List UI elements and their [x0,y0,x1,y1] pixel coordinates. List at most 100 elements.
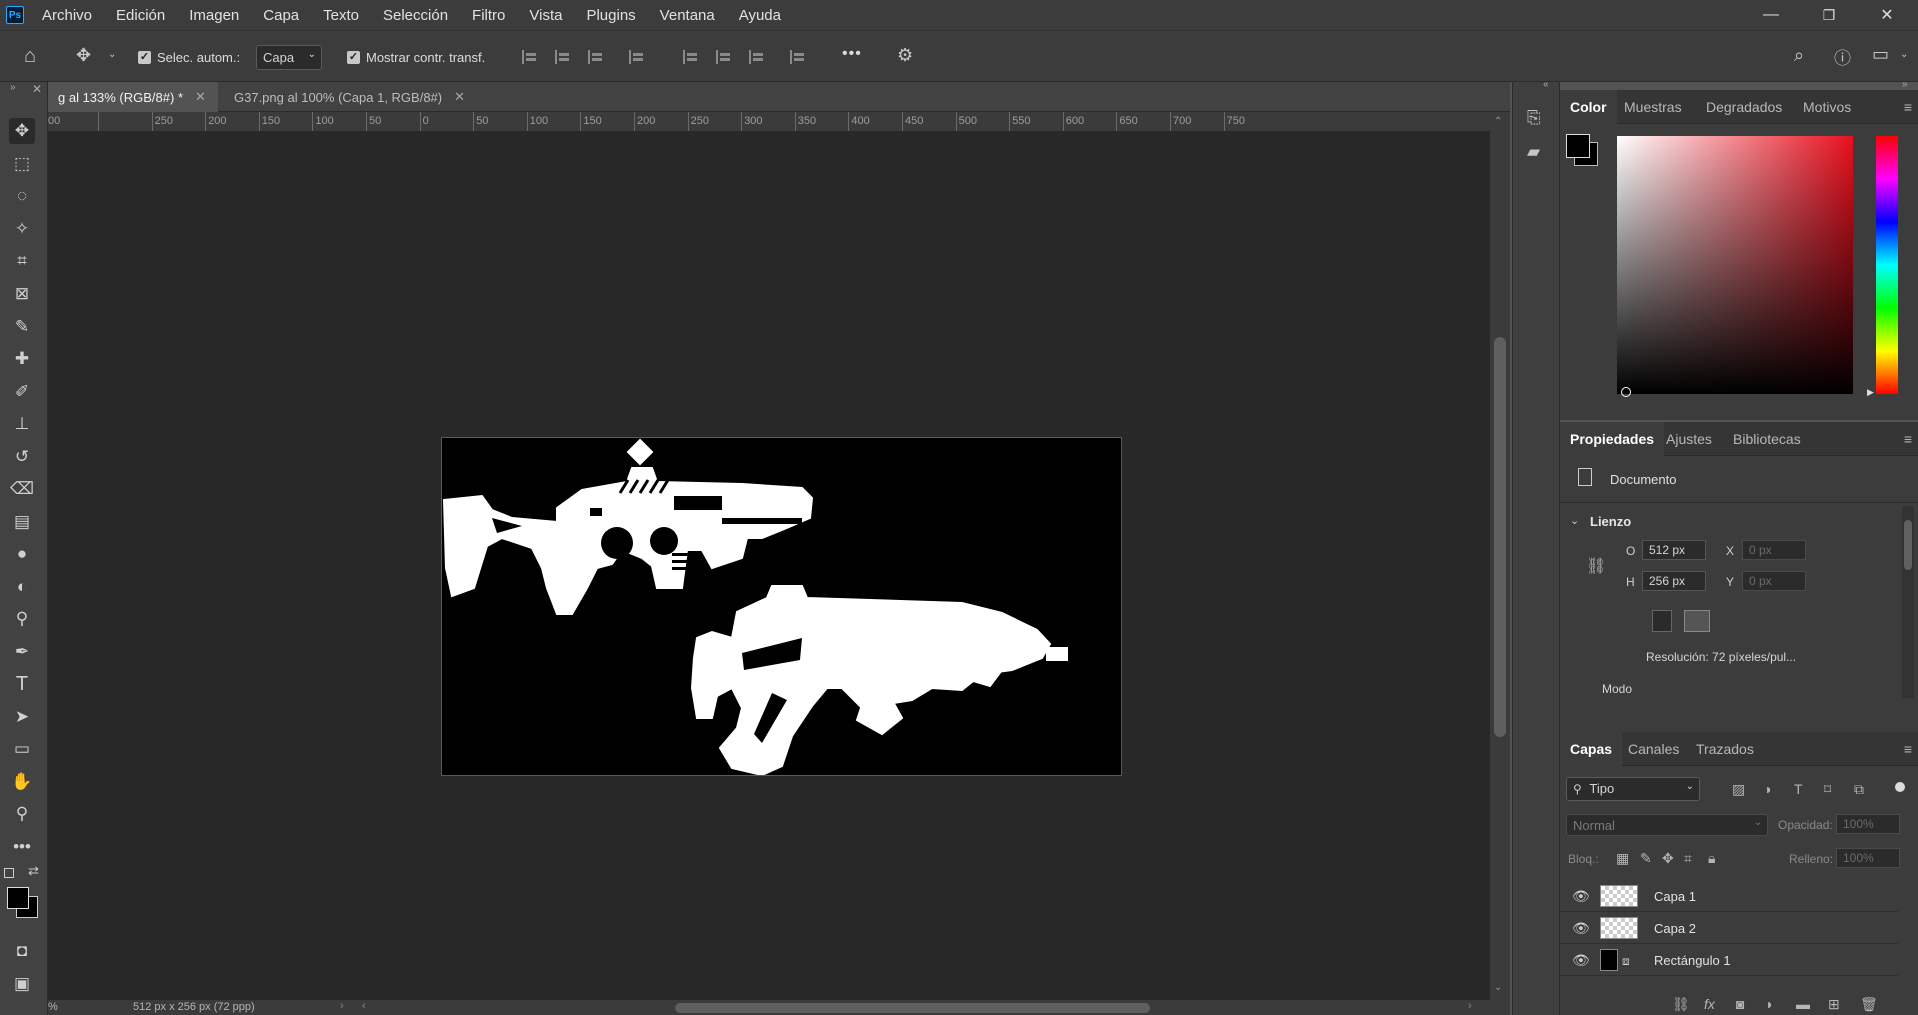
rectangle-tool-icon[interactable]: ▭ [9,736,35,762]
menu-archivo[interactable]: Archivo [42,7,92,24]
swap-colors-icon[interactable]: ⇄ [28,863,39,879]
hand-tool-icon[interactable]: ✋ [9,769,35,795]
panel-menu-icon[interactable]: ≡ [1904,99,1912,115]
align-bottom-icon[interactable] [749,50,765,64]
zoom-level[interactable]: % [48,1001,58,1013]
stamp-tool-icon[interactable]: ⊥ [9,411,35,437]
history-brush-icon[interactable]: ↺ [9,444,35,470]
distribute-h-icon[interactable] [790,50,806,64]
quick-mask-icon[interactable]: ◘ [9,938,35,964]
tab-color[interactable]: Color [1560,90,1617,124]
dodge-tool-icon[interactable]: ◐ [9,574,35,600]
blur-tool-icon[interactable]: ● [9,541,35,567]
auto-select-target-dropdown[interactable]: Capa ⌄ [256,45,322,70]
magic-wand-icon[interactable]: ✧ [9,216,35,242]
show-transform-checkbox[interactable]: ✓ [347,51,360,64]
portrait-orientation-icon[interactable] [1652,610,1672,632]
search-icon[interactable]: ⌕ [1794,45,1804,66]
tab-motivos[interactable]: Motivos [1793,90,1861,124]
add-mask-icon[interactable]: ◙ [1736,996,1744,1012]
layer-style-icon[interactable]: fx [1704,996,1715,1012]
pen-tool-icon[interactable]: ✒ [9,639,35,665]
help-icon[interactable]: ⓘ [1834,44,1851,69]
delete-layer-icon[interactable]: 🗑︎ [1860,996,1878,1013]
hue-slider-handle[interactable]: ▶ [1867,387,1874,398]
type-tool-icon[interactable]: T [9,671,35,697]
marquee-tool-icon[interactable]: ⬚ [9,151,35,177]
tab-capas[interactable]: Capas [1560,732,1623,766]
menu-edicion[interactable]: Edición [116,7,165,24]
tab-bibliotecas[interactable]: Bibliotecas [1723,422,1811,456]
horizontal-scrollbar-thumb[interactable] [675,1003,1150,1013]
canvas-section-title[interactable]: Lienzo [1590,514,1631,529]
chevron-down-icon[interactable]: ⌄ [1570,514,1579,527]
align-right-icon[interactable] [588,50,604,64]
close-icon[interactable]: ✕ [32,82,42,96]
tab-document-2[interactable]: G37.png al 100% (Capa 1, RGB/8#) ✕ [224,82,475,112]
comments-panel-icon[interactable]: ▰ [1527,142,1540,162]
align-top-icon[interactable] [683,50,699,64]
link-layers-icon[interactable]: ⛓ [1672,996,1690,1013]
panel-menu-icon[interactable]: ≡ [1904,431,1912,447]
layer-row[interactable]: 👁︎ ⧈ Rectángulo 1 [1560,944,1898,976]
link-dimensions-icon[interactable]: ⛓ [1586,556,1606,576]
menu-seleccion[interactable]: Selección [383,7,448,24]
menu-vista[interactable]: Vista [529,7,562,24]
menu-capa[interactable]: Capa [263,7,299,24]
crop-tool-icon[interactable]: ⌗ [9,248,35,274]
distribute-v-icon[interactable] [629,50,645,64]
brush-tool-icon[interactable]: ✐ [9,379,35,405]
foreground-color-swatch[interactable] [1566,134,1590,158]
scroll-up-icon[interactable]: ⌃ [1494,116,1502,127]
layer-filter-dropdown[interactable]: ⚲ Tipo ⌄ [1566,777,1700,801]
sponge-tool-icon[interactable]: ⚲ [9,606,35,632]
gradient-tool-icon[interactable]: ▤ [9,509,35,535]
panel-menu-icon[interactable]: ≡ [1904,741,1912,757]
close-button[interactable]: ✕ [1858,0,1916,30]
path-selection-icon[interactable]: ➤ [9,704,35,730]
home-icon[interactable]: ⌂ [24,45,36,68]
expand-icon[interactable]: » [1902,79,1908,90]
x-field[interactable]: 0 px [1742,540,1806,560]
scroll-right-icon[interactable]: › [1468,1000,1472,1012]
more-tools-icon[interactable]: ••• [9,834,35,860]
tab-canales[interactable]: Canales [1618,732,1689,766]
frame-tool-icon[interactable]: ⊠ [9,281,35,307]
vertical-scrollbar-thumb[interactable] [1494,337,1506,737]
default-colors-icon[interactable] [4,868,14,878]
eyedropper-icon[interactable]: ✎ [9,314,35,340]
align-middle-v-icon[interactable] [716,50,732,64]
chevron-down-icon[interactable]: ⌄ [108,49,116,60]
document-info[interactable]: 512 px x 256 px (72 ppp) [133,1001,255,1013]
move-tool-icon[interactable]: ✥ [76,45,91,66]
screen-mode-icon[interactable]: ▣ [9,971,35,997]
fill-field[interactable]: 100% [1836,848,1900,868]
eye-icon[interactable]: 👁︎ [1572,920,1590,937]
align-center-h-icon[interactable] [555,50,571,64]
close-icon[interactable]: ✕ [454,89,465,105]
adjustment-layer-icon[interactable]: ◑ [1764,996,1772,1012]
eraser-tool-icon[interactable]: ⌫ [9,476,35,502]
move-tool-icon[interactable]: ✥ [9,118,35,144]
color-picker-handle[interactable] [1621,387,1631,397]
chevron-down-icon[interactable]: ⌄ [1900,49,1908,60]
color-field[interactable] [1617,136,1853,394]
scroll-down-icon[interactable]: ⌄ [1494,982,1502,993]
tab-trazados[interactable]: Trazados [1686,732,1764,766]
tab-propiedades[interactable]: Propiedades [1560,422,1665,456]
menu-ayuda[interactable]: Ayuda [739,7,781,24]
lock-all-icon[interactable]: 🔒︎ [1708,850,1715,867]
landscape-orientation-icon[interactable] [1684,610,1710,632]
tab-document-1[interactable]: g al 133% (RGB/8#) * ✕ [48,82,218,112]
history-panel-icon[interactable]: ⎘ [1527,108,1541,128]
filter-toggle-icon[interactable] [1895,782,1905,792]
healing-brush-icon[interactable]: ✚ [9,346,35,372]
tab-muestras[interactable]: Muestras [1614,90,1692,124]
filter-adjustment-icon[interactable]: ◑ [1763,781,1771,797]
minimize-button[interactable]: — [1742,0,1800,30]
lock-pixels-icon[interactable]: ✎ [1640,850,1652,867]
width-field[interactable]: 512 px [1642,540,1706,560]
restore-button[interactable]: ❐ [1800,0,1858,30]
filter-pixel-icon[interactable]: ▨ [1732,781,1745,798]
lock-artboard-icon[interactable]: ⌗ [1684,850,1692,867]
